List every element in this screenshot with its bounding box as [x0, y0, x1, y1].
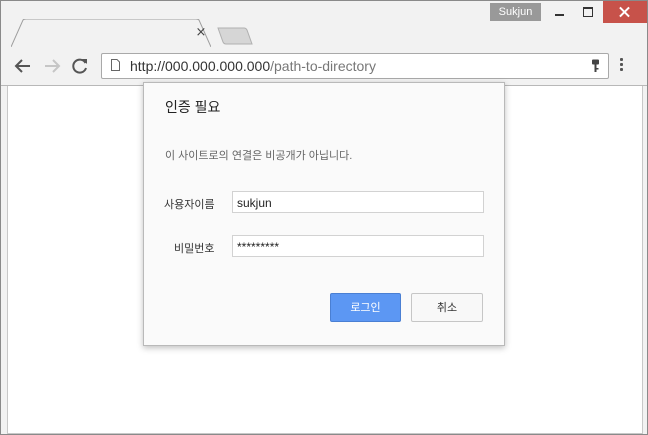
profile-badge[interactable]: Sukjun [490, 3, 541, 21]
address-bar[interactable]: http://000.000.000.000/path-to-directory [101, 53, 609, 79]
menu-icon[interactable] [620, 58, 624, 73]
browser-tab[interactable]: × [11, 19, 211, 47]
username-field[interactable]: sukjun [232, 191, 484, 213]
key-icon[interactable] [591, 59, 600, 73]
auth-dialog: 인증 필요 이 사이트로의 연결은 비공개가 아닙니다. 사용자이름 sukju… [143, 82, 505, 346]
maximize-button[interactable] [571, 1, 599, 23]
reload-icon[interactable] [71, 57, 89, 75]
password-label: 비밀번호 [174, 243, 215, 255]
page-icon [111, 59, 120, 71]
tab-close-icon[interactable]: × [194, 26, 208, 40]
toolbar: http://000.000.000.000/path-to-directory [1, 47, 647, 86]
tab-shape [11, 19, 211, 47]
login-button[interactable]: 로그인 [330, 293, 401, 322]
dialog-title: 인증 필요 [165, 99, 221, 115]
password-field[interactable]: ********* [232, 235, 484, 257]
new-tab-button[interactable] [217, 27, 253, 49]
dialog-message: 이 사이트로의 연결은 비공개가 아닙니다. [165, 150, 353, 162]
username-label: 사용자이름 [164, 199, 215, 211]
forward-icon[interactable] [43, 57, 61, 75]
back-icon[interactable] [14, 57, 32, 75]
minimize-button[interactable] [541, 1, 569, 23]
cancel-button[interactable]: 취소 [411, 293, 483, 322]
title-bar: Sukjun × [1, 1, 647, 47]
url-path: /path-to-directory [270, 58, 376, 74]
url-host: http://000.000.000.000 [130, 58, 271, 74]
close-window-button[interactable] [603, 1, 647, 23]
url-text[interactable]: http://000.000.000.000/path-to-directory [130, 58, 376, 74]
